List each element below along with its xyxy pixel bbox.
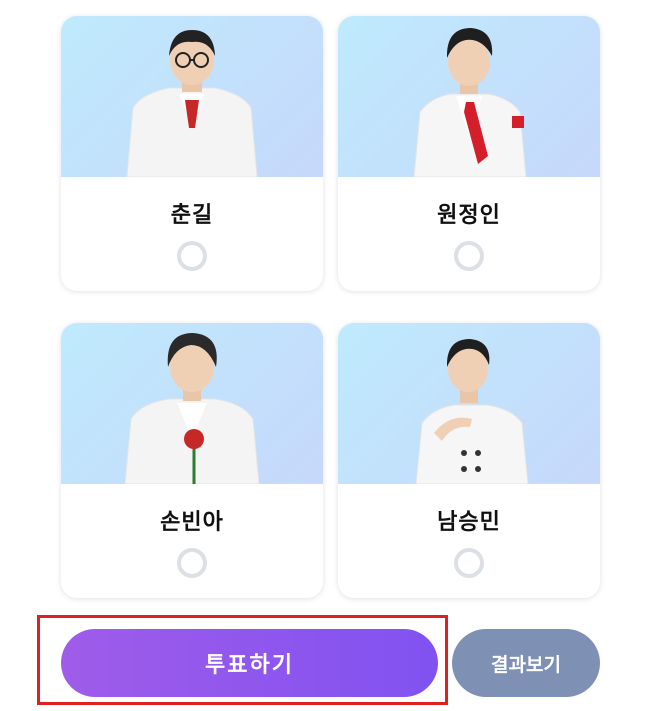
candidate-name: 손빈아 — [160, 510, 224, 535]
candidate-photo — [338, 323, 600, 484]
vote-button[interactable]: 투표하기 — [61, 629, 438, 697]
candidate-photo-image — [124, 333, 260, 484]
vote-radio[interactable] — [454, 241, 484, 271]
candidate-photo-image — [126, 30, 258, 177]
candidate-card-wonjeongin[interactable]: 원정인 — [338, 16, 600, 291]
candidate-card-sonbina[interactable]: 손빈아 — [61, 323, 323, 598]
candidate-photo — [338, 16, 600, 177]
candidate-name: 춘길 — [170, 203, 214, 228]
vote-radio[interactable] — [177, 548, 207, 578]
view-results-button[interactable]: 결과보기 — [452, 629, 600, 697]
candidate-name: 남승민 — [437, 510, 501, 535]
candidate-photo-image — [415, 339, 529, 484]
candidate-photo-image — [413, 28, 527, 177]
candidate-card-chungil[interactable]: 춘길 — [61, 16, 323, 291]
candidate-card-namseungmin[interactable]: 남승민 — [338, 323, 600, 598]
candidate-photo — [61, 323, 323, 484]
vote-radio[interactable] — [177, 241, 207, 271]
candidate-name: 원정인 — [437, 203, 501, 228]
candidate-photo — [61, 16, 323, 177]
vote-radio[interactable] — [454, 548, 484, 578]
